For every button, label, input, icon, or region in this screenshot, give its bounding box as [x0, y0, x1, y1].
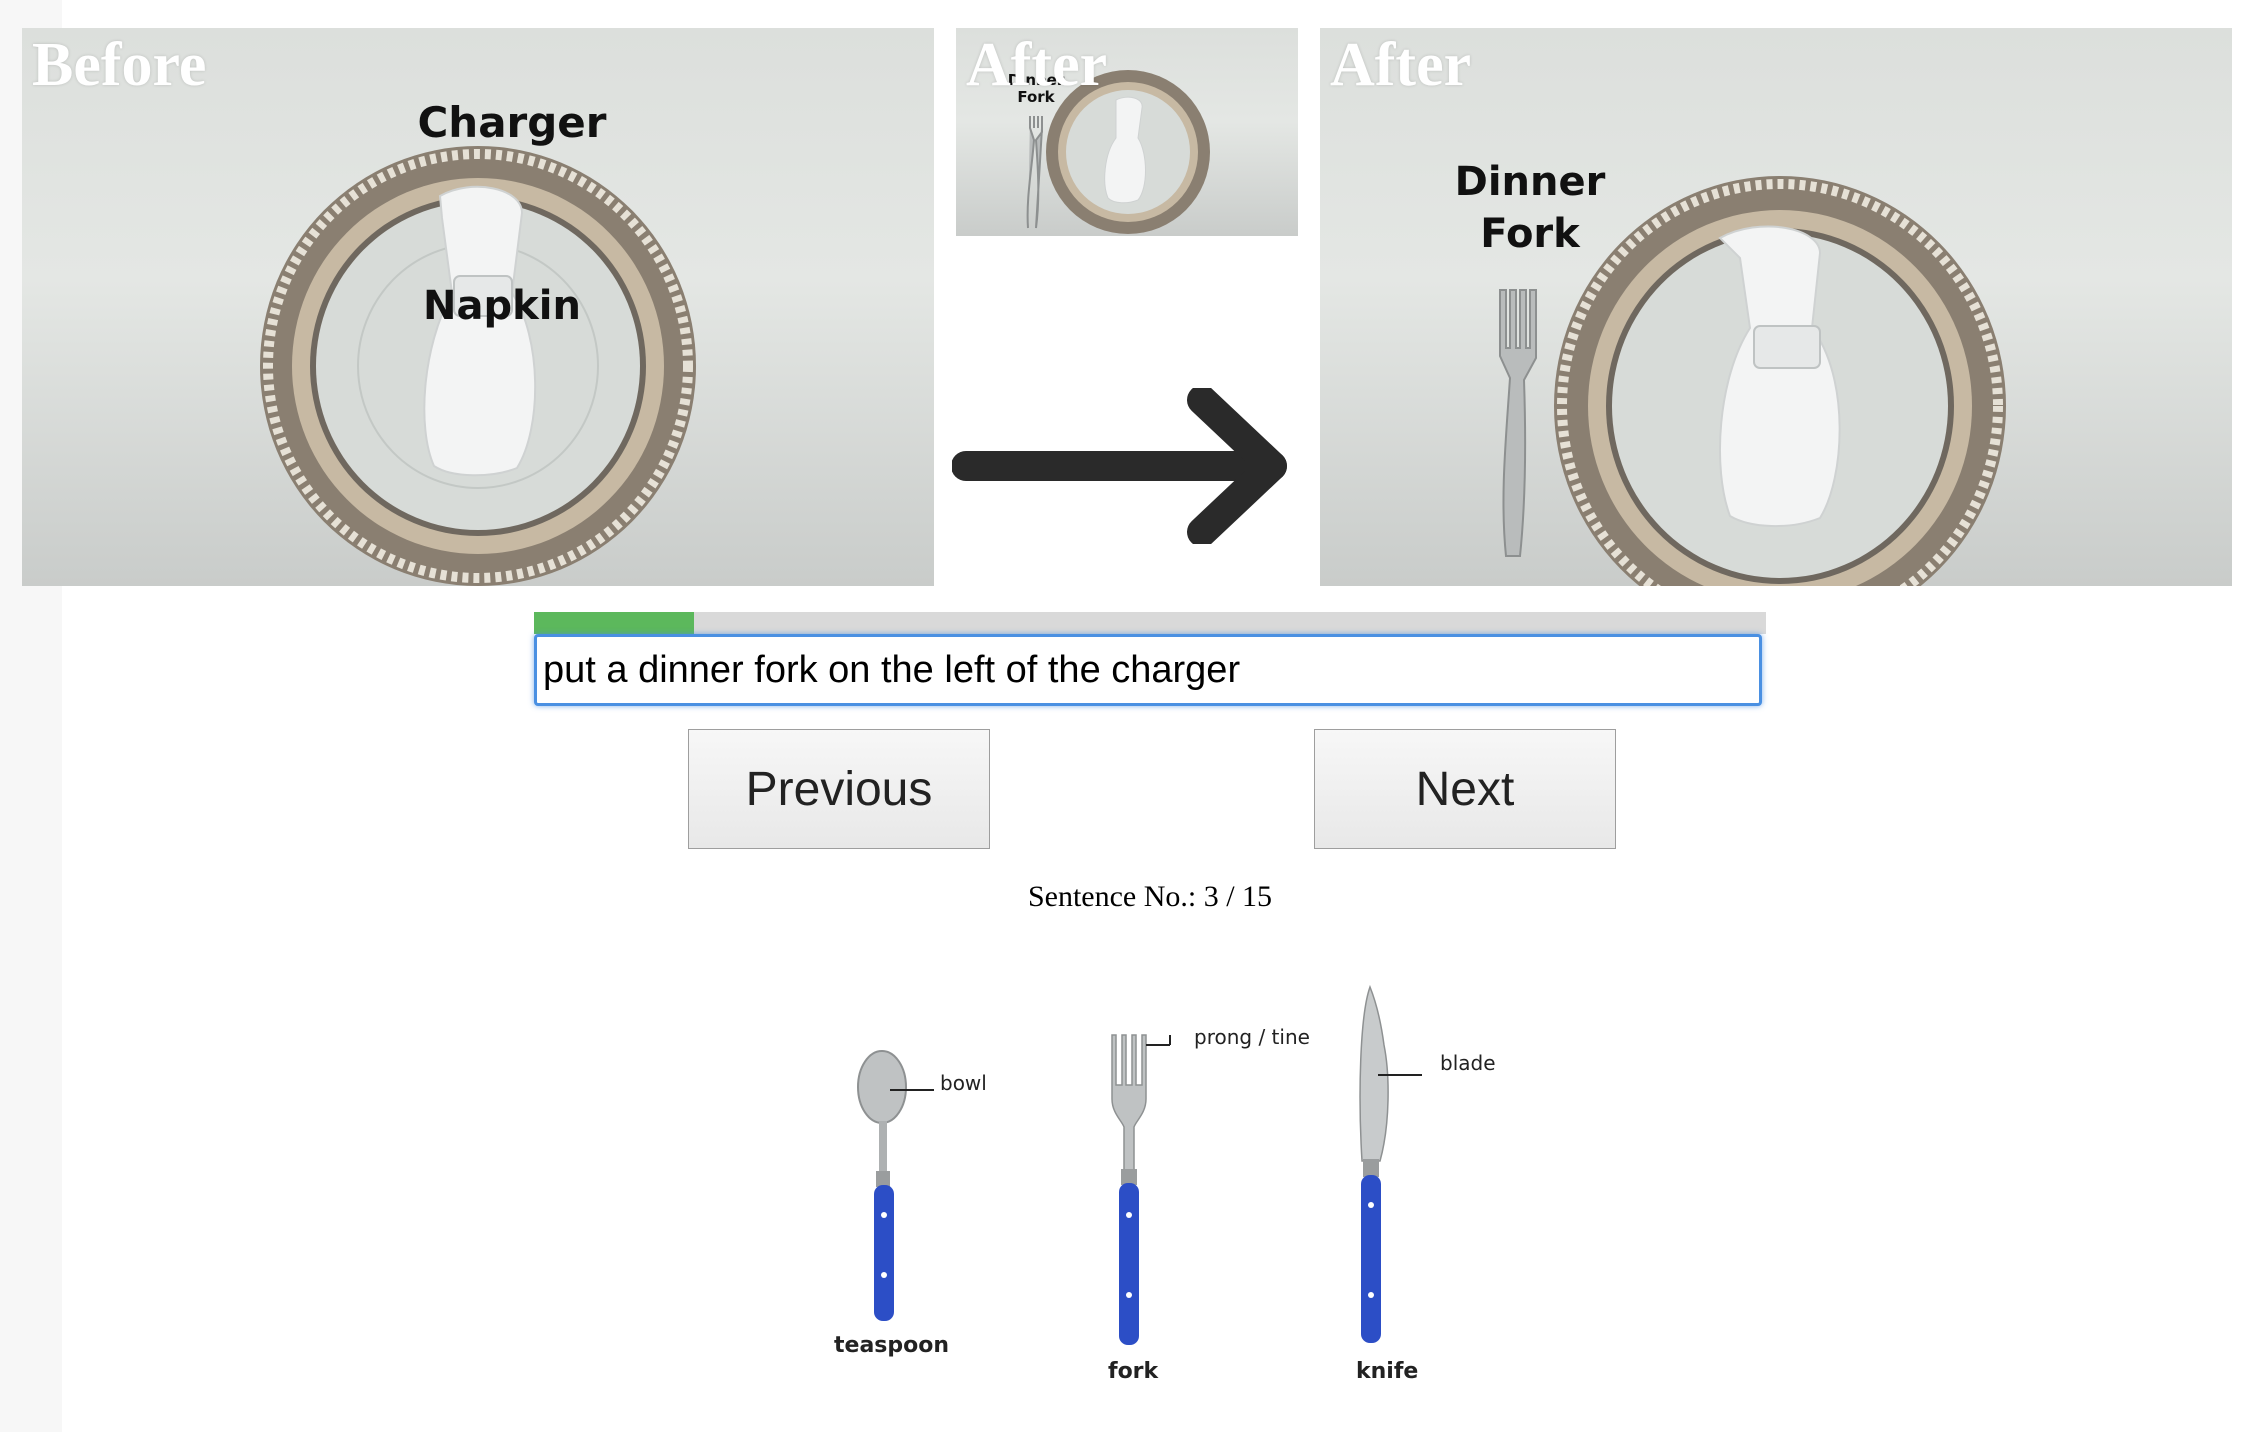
after-image-small: Dinner Fork After [956, 28, 1298, 236]
fork-label: fork [1108, 1359, 1159, 1384]
panel-heading: After [966, 31, 1108, 99]
progress-bar [534, 612, 1766, 634]
charger-label: Charger [417, 98, 607, 147]
panel-heading: After [1330, 31, 1472, 99]
dinner-fork-label: Dinner Fork [1454, 159, 1606, 257]
sentence-input[interactable] [534, 634, 1762, 706]
napkin-label: Napkin [423, 283, 581, 329]
before-image: Before Charger Napkin [22, 28, 934, 586]
blade-label: blade [1440, 1051, 1496, 1075]
sentence-counter: Sentence No.: 3 / 15 [1027, 880, 1273, 913]
prong-label: prong / tine [1194, 1025, 1310, 1049]
progress-bar-fill [534, 612, 695, 634]
panel-heading: Before [32, 31, 207, 99]
cutlery-illustration [857, 984, 1422, 1345]
arrow-right-icon [952, 388, 1287, 544]
previous-button[interactable]: Previous [688, 729, 990, 849]
bowl-label: bowl [940, 1071, 987, 1095]
plate-with-fork-illustration [1499, 176, 2006, 586]
next-button[interactable]: Next [1314, 729, 1616, 849]
knife-label: knife [1356, 1359, 1419, 1384]
teaspoon-label: teaspoon [834, 1333, 950, 1358]
cutlery-diagram: bowl prong / tine blade teaspoon fork kn… [800, 975, 1560, 1395]
after-image: After Dinner Fork [1320, 28, 2232, 586]
